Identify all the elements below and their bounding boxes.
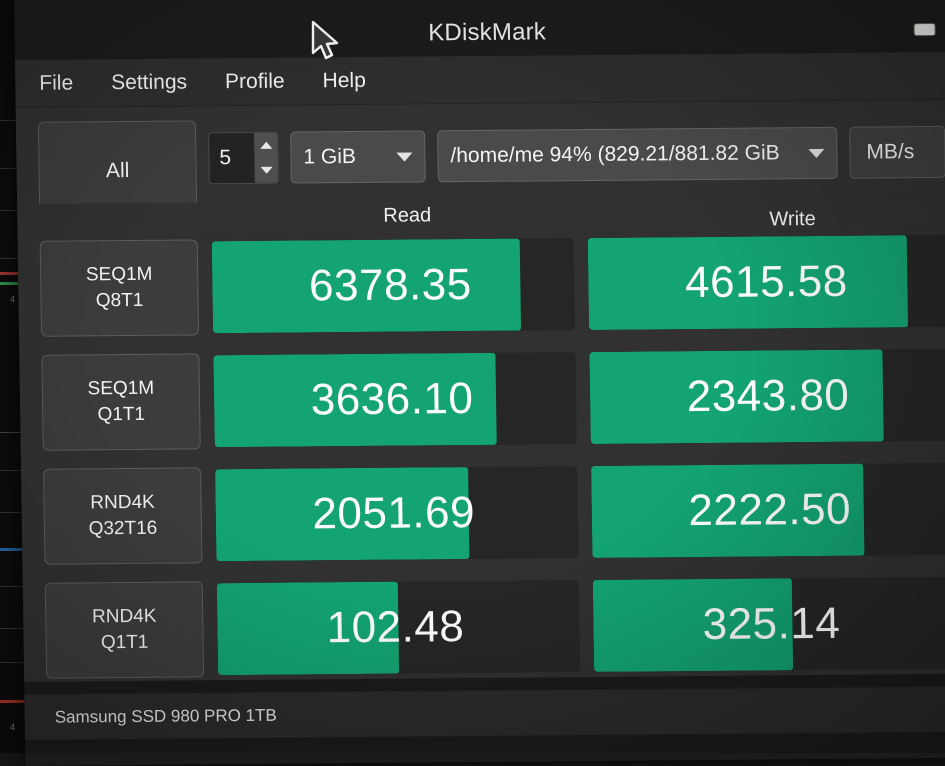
- unit-toggle-button[interactable]: MB/s: [849, 125, 945, 179]
- write-value: 2222.50: [688, 484, 852, 536]
- write-value: 4615.58: [684, 256, 848, 308]
- menu-bar: File Settings Profile Help: [14, 51, 945, 108]
- test-name: SEQ1M: [87, 378, 155, 400]
- status-device-label: Samsung SSD 980 PRO 1TB: [54, 705, 277, 727]
- target-path-select[interactable]: /home/me 94% (829.21/881.82 GiB: [437, 126, 838, 183]
- loop-count-value[interactable]: 5: [209, 133, 255, 183]
- status-bar: Samsung SSD 980 PRO 1TB: [24, 685, 945, 740]
- write-result-seq1m-q1t1: 2343.80: [589, 348, 945, 444]
- write-result-rnd4k-q1t1: 325.14: [592, 576, 945, 672]
- unit-label: MB/s: [866, 140, 915, 164]
- menu-item-file[interactable]: File: [33, 68, 79, 98]
- read-column-header: Read: [383, 204, 432, 227]
- all-button-label: All: [105, 158, 130, 183]
- chevron-down-icon: [808, 148, 825, 158]
- test-name: RND4K: [90, 492, 155, 514]
- test-size-value: 1 GiB: [303, 145, 357, 169]
- read-value: 2051.69: [312, 487, 476, 539]
- stepper-down-icon[interactable]: [260, 166, 273, 174]
- results-grid: SEQ1M Q8T1 6378.35 4615.58 SEQ1M Q1T1 36…: [17, 229, 945, 682]
- menu-item-help[interactable]: Help: [316, 65, 372, 95]
- table-row: RND4K Q1T1 102.48 325.14: [44, 572, 945, 682]
- stepper-up-icon[interactable]: [259, 141, 272, 149]
- read-value: 6378.35: [308, 260, 473, 311]
- window-title: KDiskMark: [428, 18, 547, 47]
- write-column-header: Write: [769, 208, 816, 231]
- read-value: 102.48: [326, 602, 465, 653]
- write-result-seq1m-q8t1: 4615.58: [587, 234, 945, 330]
- mouse-cursor: [310, 20, 340, 67]
- loop-count-stepper[interactable]: 5: [208, 131, 279, 185]
- menu-item-settings[interactable]: Settings: [105, 67, 193, 98]
- minimize-button[interactable]: [913, 22, 936, 37]
- test-queue: Q1T1: [97, 403, 146, 426]
- target-path-value: /home/me 94% (829.21/881.82 GiB: [450, 141, 780, 168]
- test-queue: Q1T1: [100, 631, 149, 654]
- menu-item-profile[interactable]: Profile: [219, 66, 291, 97]
- write-result-rnd4k-q32t16: 2222.50: [591, 462, 945, 558]
- read-result-rnd4k-q32t16: 2051.69: [215, 466, 579, 562]
- table-row: SEQ1M Q1T1 3636.10 2343.80: [41, 344, 945, 454]
- table-row: SEQ1M Q8T1 6378.35 4615.58: [39, 230, 945, 340]
- write-value: 2343.80: [686, 370, 850, 422]
- table-row: RND4K Q32T16 2051.69 2222.50: [43, 458, 945, 568]
- test-size-select[interactable]: 1 GiB: [290, 130, 426, 184]
- test-queue: Q8T1: [95, 289, 144, 312]
- test-name: RND4K: [91, 606, 157, 628]
- read-result-rnd4k-q1t1: 102.48: [216, 580, 581, 676]
- read-result-seq1m-q8t1: 6378.35: [211, 238, 576, 334]
- read-result-seq1m-q1t1: 3636.10: [213, 352, 577, 448]
- read-value: 3636.10: [310, 374, 474, 425]
- stepper-arrows: [254, 132, 278, 183]
- test-queue: Q32T16: [88, 517, 158, 540]
- title-bar: KDiskMark: [14, 0, 945, 60]
- toolbar: All 5 1 GiB /home/me 94% (829.21/881.82 …: [15, 99, 945, 222]
- benchmark-button-seq1m-q8t1[interactable]: SEQ1M Q8T1: [39, 239, 200, 337]
- write-value: 325.14: [702, 598, 841, 650]
- benchmark-button-rnd4k-q1t1[interactable]: RND4K Q1T1: [44, 581, 205, 679]
- kdiskmark-window: KDiskMark File Settings Profile Help All…: [14, 0, 945, 766]
- benchmark-button-rnd4k-q32t16[interactable]: RND4K Q32T16: [43, 467, 203, 565]
- benchmark-button-seq1m-q1t1[interactable]: SEQ1M Q1T1: [41, 353, 201, 451]
- test-name: SEQ1M: [85, 264, 153, 286]
- chevron-down-icon: [396, 152, 413, 162]
